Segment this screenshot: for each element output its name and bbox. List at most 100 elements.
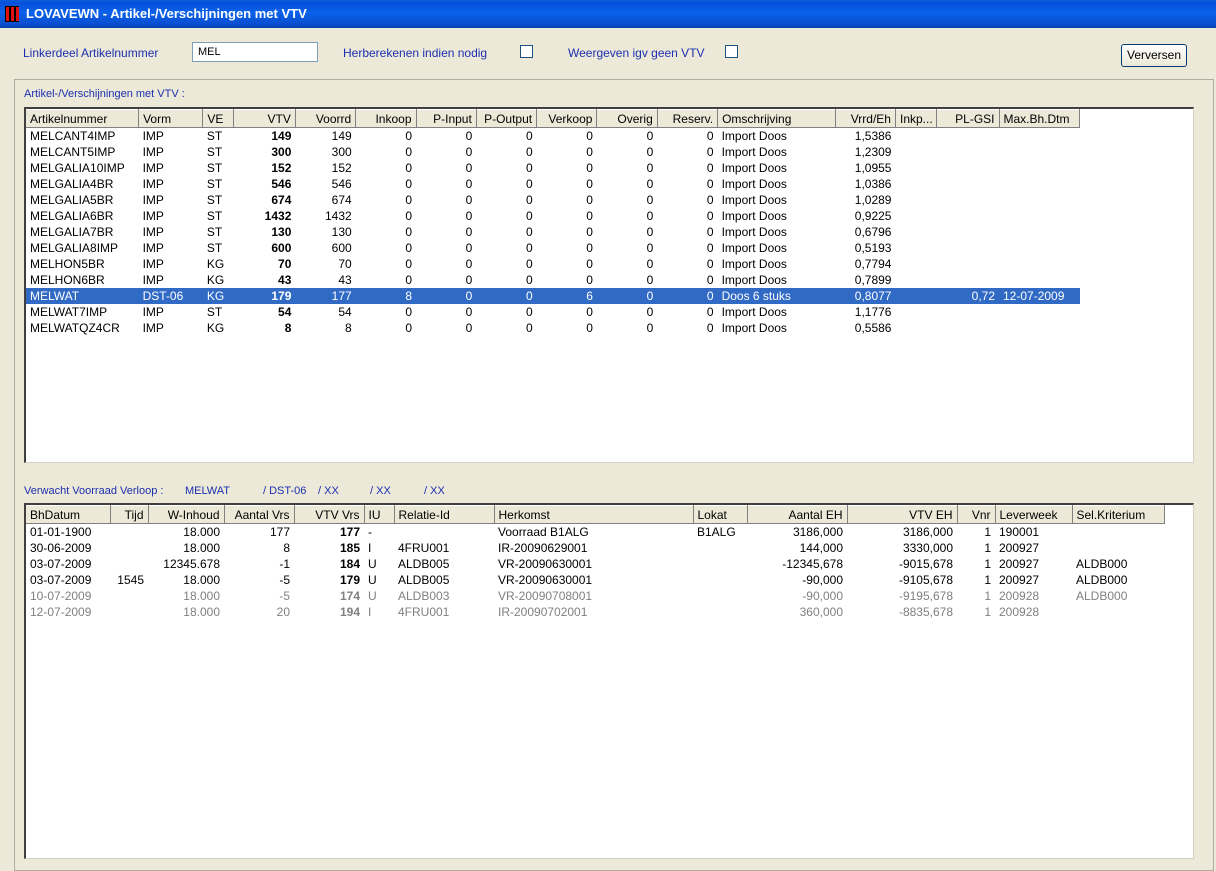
article-row[interactable]: MELGALIA4BR IMP ST 546 546 0 0 0 0 0 0 Import Doos 1… xyxy=(26,176,1080,192)
article-row[interactable]: MELGALIA5BR IMP ST 674 674 0 0 0 0 0 0 Import Doos 1… xyxy=(26,192,1080,208)
article-row[interactable]: MELGALIA7BR IMP ST 130 130 0 0 0 0 0 0 Import Doos 0… xyxy=(26,224,1080,240)
verloop-cell: 185 xyxy=(339,541,360,555)
article-row[interactable]: MELGALIA10IMP IMP ST 152 152 0 0 0 0 0 0 Import Doo… xyxy=(26,160,1080,176)
article-cell: 0 xyxy=(476,288,537,304)
verloop-cell: 4FRU001 xyxy=(398,541,450,555)
article-cell: IMP xyxy=(142,225,164,239)
verloop-row[interactable]: 01-01-1900 18.000 177 177- Voorraad B1ALG B1A… xyxy=(26,524,1164,541)
col-artikelnummer[interactable]: Artikelnummer xyxy=(26,109,140,128)
article-row[interactable]: MELCANT5IMP IMP ST 300 300 0 0 0 0 0 0 Import Doos 1… xyxy=(26,144,1080,160)
article-row[interactable]: MELGALIA6BR IMP ST 1432 1432 0 0 0 0 0 0 Import Doo… xyxy=(26,208,1080,224)
col-overig[interactable]: Overig xyxy=(596,109,658,128)
article-cell: 0 xyxy=(646,129,654,143)
col-w-inhoud[interactable]: W-Inhoud xyxy=(148,505,225,524)
article-cell: 0,6796 xyxy=(854,225,892,239)
herberekenen-checkbox[interactable] xyxy=(520,45,533,58)
col-inkp[interactable]: Inkp... xyxy=(895,109,938,128)
col-p-input[interactable]: P-Input xyxy=(416,109,477,128)
col-leverweek[interactable]: Leverweek xyxy=(995,505,1073,524)
article-row[interactable]: MELGALIA8IMP IMP ST 600 600 0 0 0 0 0 0 Import Doos… xyxy=(26,240,1080,256)
verloop-grid[interactable]: BhDatum Tijd W-Inhoud Aantal Vrs VTV Vrs… xyxy=(24,503,1194,859)
article-cell xyxy=(895,320,936,336)
article-cell: 0 xyxy=(646,257,654,271)
col-aantal-vrs[interactable]: Aantal Vrs xyxy=(224,505,295,524)
col-ve[interactable]: VE xyxy=(202,109,234,128)
verloop-cell: 200928 xyxy=(999,589,1040,603)
col-lokat[interactable]: Lokat xyxy=(693,505,748,524)
article-cell: 0 xyxy=(646,145,654,159)
verloop-xx-1: / XX xyxy=(318,485,339,497)
col-relatie-id[interactable]: Relatie-Id xyxy=(394,505,495,524)
article-cell: 0 xyxy=(405,209,412,223)
article-cell: 0 xyxy=(586,177,593,191)
article-cell: 0,9225 xyxy=(854,209,892,223)
verloop-row[interactable]: 12-07-2009 18.000 20 194 I 4FRU001 IR-20090702… xyxy=(26,604,1164,620)
col-verkoop[interactable]: Verkoop xyxy=(536,109,598,128)
verloop-cell xyxy=(693,572,747,588)
article-cell xyxy=(999,320,1080,336)
article-cell xyxy=(895,304,936,320)
verloop-cell xyxy=(693,604,747,620)
col-sel-kriterium[interactable]: Sel.Kriterium xyxy=(1072,505,1165,524)
col-iu[interactable]: IU xyxy=(364,505,395,524)
refresh-button[interactable]: Verversen xyxy=(1121,44,1187,67)
col-aantal-eh[interactable]: Aantal EH xyxy=(747,505,848,524)
article-row[interactable]: MELWAT DST-06 KG 179 177 8 0 0 6 0 0 Doos 6 stuks 0,… xyxy=(26,288,1080,304)
verloop-cell: 03-07-2009 xyxy=(30,573,92,587)
col-vrrd-eh[interactable]: Vrrd/Eh xyxy=(835,109,896,128)
article-cell: Import Doos xyxy=(721,161,787,175)
col-omschrijving[interactable]: Omschrijving xyxy=(717,109,836,128)
col-voorrd[interactable]: Voorrd xyxy=(295,109,357,128)
articles-grid[interactable]: Artikelnummer Vorm VE VTV Voorrd Inkoop … xyxy=(24,107,1194,463)
article-cell: 43 xyxy=(338,273,352,287)
col-vnr[interactable]: Vnr xyxy=(957,505,996,524)
verloop-cell: B1ALG xyxy=(697,525,736,539)
article-cell: 54 xyxy=(338,305,352,319)
col-pl-gsi[interactable]: PL-GSI xyxy=(936,109,1000,128)
col-inkoop[interactable]: Inkoop xyxy=(355,109,417,128)
verloop-cell: ALDB003 xyxy=(398,589,450,603)
article-cell: 149 xyxy=(331,129,352,143)
article-row[interactable]: MELHON6BR IMP KG 43 43 0 0 0 0 0 0 Import Doos 0,789… xyxy=(26,272,1080,288)
verloop-cell: Voorraad B1ALG xyxy=(498,525,589,539)
article-row[interactable]: MELWAT7IMP IMP ST 54 54 0 0 0 0 0 0 Import Doos 1,17… xyxy=(26,304,1080,320)
col-max-bh-dtm[interactable]: Max.Bh.Dtm xyxy=(999,109,1080,128)
verloop-cell: VR-20090630001 xyxy=(498,573,593,587)
col-vtv[interactable]: VTV xyxy=(233,109,296,128)
verloop-cell: 184 xyxy=(339,557,360,571)
verloop-cell: -5 xyxy=(279,573,290,587)
article-cell: 1432 xyxy=(264,209,292,223)
linkerdeel-input[interactable] xyxy=(192,42,318,62)
verloop-row[interactable]: 03-07-2009 1545 18.000 -5 179 U ALDB005 VR-2009… xyxy=(26,572,1164,588)
col-vtv-vrs[interactable]: VTV Vrs xyxy=(294,505,365,524)
article-row[interactable]: MELHON5BR IMP KG 70 70 0 0 0 0 0 0 Import Doos 0,779… xyxy=(26,256,1080,272)
article-cell: 0 xyxy=(586,321,593,335)
col-herkomst[interactable]: Herkomst xyxy=(494,505,694,524)
article-cell: 130 xyxy=(271,225,292,239)
article-row[interactable]: MELCANT4IMP IMP ST 149 149 0 0 0 0 0 0 Import Doos 1… xyxy=(26,128,1080,145)
article-cell xyxy=(937,256,999,272)
article-cell: 0 xyxy=(586,257,593,271)
verloop-row[interactable]: 30-06-2009 18.000 8 185 I 4FRU001 IR-200906290… xyxy=(26,540,1164,556)
col-vorm[interactable]: Vorm xyxy=(138,109,204,128)
article-cell xyxy=(895,208,936,224)
col-reserv[interactable]: Reserv. xyxy=(657,109,719,128)
col-vtv-eh[interactable]: VTV EH xyxy=(847,505,958,524)
verloop-row[interactable]: 03-07-2009 12345.678 -1 184 U ALDB005 VR-20090… xyxy=(26,556,1164,572)
article-cell xyxy=(999,272,1080,288)
article-cell: 0 xyxy=(525,209,533,223)
article-cell: Import Doos xyxy=(721,225,787,239)
col-bhdatum[interactable]: BhDatum xyxy=(26,505,111,524)
article-cell: 0 xyxy=(706,129,714,143)
article-cell: 0 xyxy=(586,305,593,319)
col-tijd[interactable]: Tijd xyxy=(110,505,149,524)
col-p-output[interactable]: P-Output xyxy=(476,109,538,128)
article-cell: 0 xyxy=(646,225,654,239)
article-row[interactable]: MELWATQZ4CR IMP KG 8 8 0 0 0 0 0 0 Import Doos 0,558… xyxy=(26,320,1080,336)
weergeven-checkbox[interactable] xyxy=(725,45,738,58)
article-cell: IMP xyxy=(142,193,164,207)
verloop-cell xyxy=(110,556,148,572)
verloop-cell: 200927 xyxy=(999,541,1040,555)
verloop-row[interactable]: 10-07-2009 18.000 -5 174 U ALDB003 VR-20090708… xyxy=(26,588,1164,604)
article-cell: MELGALIA6BR xyxy=(30,209,114,223)
